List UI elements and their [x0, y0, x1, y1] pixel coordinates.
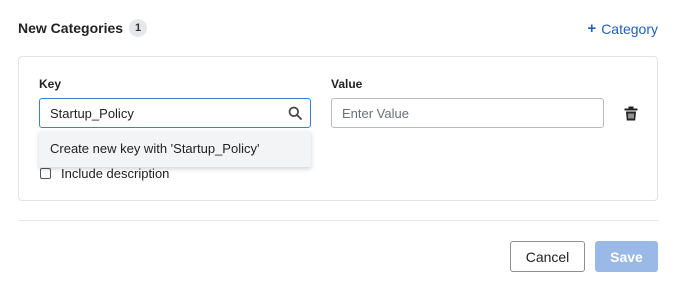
include-description-checkbox[interactable] [40, 168, 51, 179]
add-category-label: Category [601, 20, 658, 37]
include-description-row[interactable]: Include description [40, 166, 169, 181]
save-button[interactable]: Save [595, 241, 658, 272]
value-input[interactable] [331, 98, 604, 128]
add-category-button[interactable]: + Category [587, 20, 658, 37]
key-label: Key [39, 77, 62, 91]
key-input-container [39, 98, 311, 128]
section-title: New Categories [18, 20, 124, 36]
trash-icon[interactable] [624, 106, 638, 121]
include-description-label: Include description [61, 166, 170, 181]
create-new-key-option[interactable]: Create new key with 'Startup_Policy' [39, 131, 311, 167]
key-input[interactable] [40, 99, 280, 127]
count-badge: 1 [129, 19, 148, 37]
category-card: Key Value Include description Create new… [18, 56, 658, 201]
footer-divider [18, 220, 658, 221]
value-label: Value [331, 77, 363, 91]
section-header: New Categories 1 [18, 19, 148, 37]
new-categories-dialog: New Categories 1 + Category Key Value St… [0, 0, 688, 302]
search-icon [288, 106, 302, 120]
cancel-button[interactable]: Cancel [510, 241, 585, 272]
key-suggestion-dropdown: Create new key with 'Startup_Policy' [39, 131, 311, 167]
plus-icon: + [587, 20, 597, 37]
